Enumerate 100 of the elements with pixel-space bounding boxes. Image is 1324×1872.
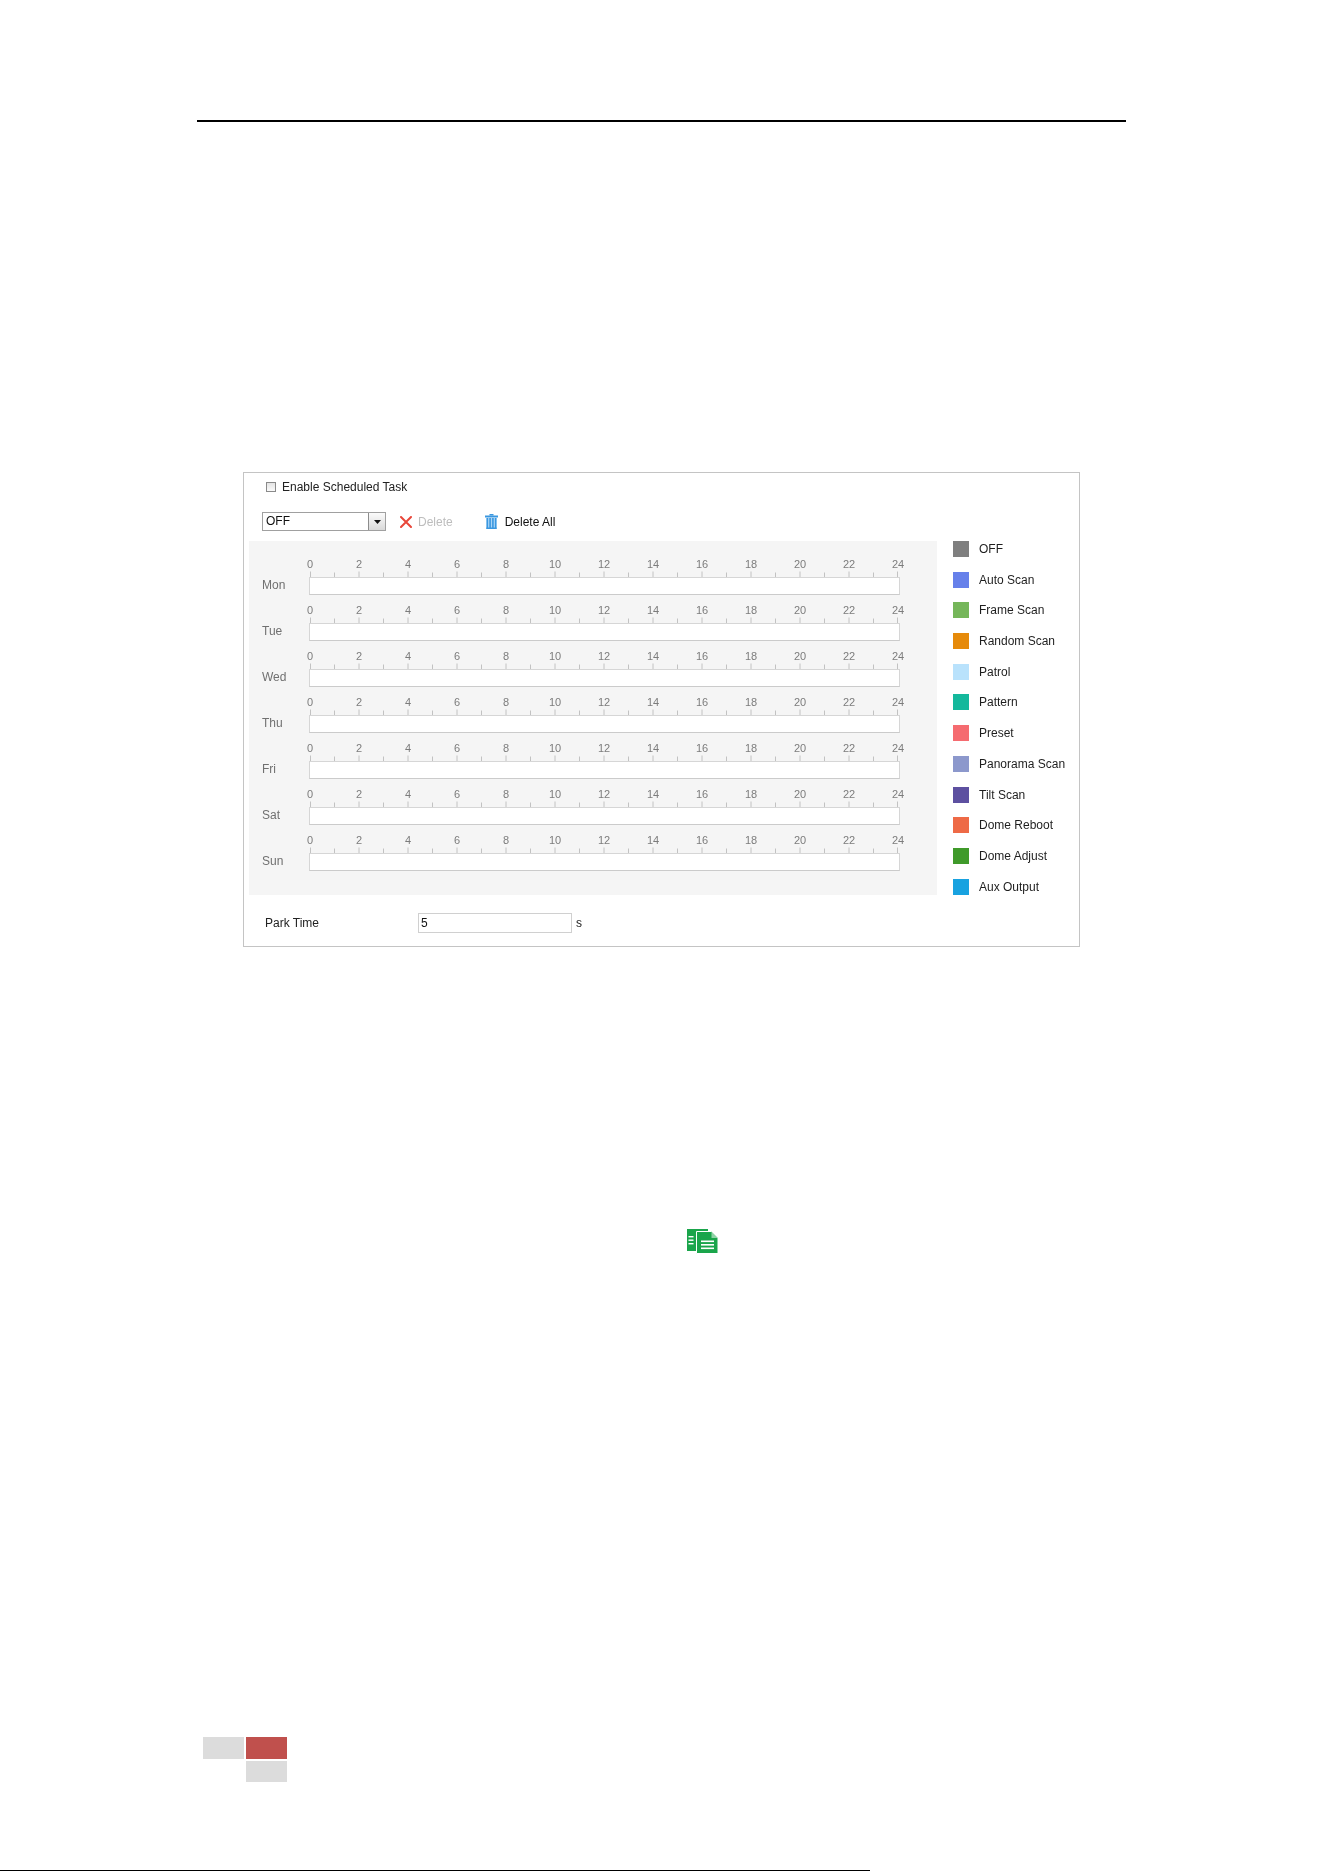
hour-label: 10 bbox=[548, 695, 562, 709]
day-label: Fri bbox=[262, 761, 277, 776]
hour-label: 22 bbox=[842, 649, 856, 663]
hour-label: 20 bbox=[793, 649, 807, 663]
day-label: Wed bbox=[262, 669, 288, 684]
hour-label: 0 bbox=[306, 649, 314, 663]
legend-label: Dome Adjust bbox=[979, 848, 1048, 863]
day-label: Mon bbox=[262, 577, 287, 592]
hour-label: 4 bbox=[404, 557, 412, 571]
hour-label: 12 bbox=[597, 787, 611, 801]
hour-label: 14 bbox=[646, 557, 660, 571]
day-timeline-bar[interactable] bbox=[309, 669, 900, 687]
legend-label: Aux Output bbox=[979, 879, 1040, 894]
hour-label: 14 bbox=[646, 649, 660, 663]
hour-label: 8 bbox=[502, 741, 510, 755]
legend-label: Frame Scan bbox=[979, 603, 1045, 618]
hour-label: 18 bbox=[744, 787, 758, 801]
hour-label: 16 bbox=[695, 833, 709, 847]
x-icon bbox=[400, 515, 412, 528]
hour-label: 8 bbox=[502, 787, 510, 801]
hour-label: 14 bbox=[646, 741, 660, 755]
legend-label: Preset bbox=[979, 726, 1014, 741]
legend-label: Auto Scan bbox=[979, 572, 1035, 587]
hour-label: 18 bbox=[744, 695, 758, 709]
hour-label: 22 bbox=[842, 695, 856, 709]
hour-label: 8 bbox=[502, 649, 510, 663]
hour-label: 0 bbox=[306, 695, 314, 709]
hour-label: 24 bbox=[891, 603, 905, 617]
legend-label: Dome Reboot bbox=[979, 818, 1054, 833]
documents-icon bbox=[687, 1228, 719, 1254]
hour-label: 6 bbox=[453, 557, 461, 571]
task-type-dropdown[interactable]: OFF bbox=[262, 512, 386, 531]
day-timeline-bar[interactable] bbox=[309, 577, 900, 595]
hour-label: 10 bbox=[548, 557, 562, 571]
caret-icon bbox=[368, 513, 385, 530]
hour-label: 4 bbox=[404, 787, 412, 801]
legend-label: Random Scan bbox=[979, 634, 1056, 649]
hour-label: 18 bbox=[744, 649, 758, 663]
hour-label: 12 bbox=[597, 741, 611, 755]
hour-label: 6 bbox=[453, 787, 461, 801]
hour-label: 12 bbox=[597, 649, 611, 663]
hour-label: 6 bbox=[453, 649, 461, 663]
hour-label: 14 bbox=[646, 833, 660, 847]
hour-label: 24 bbox=[891, 649, 905, 663]
hour-label: 24 bbox=[891, 787, 905, 801]
hour-label: 12 bbox=[597, 833, 611, 847]
hour-label: 10 bbox=[548, 649, 562, 663]
day-timeline-bar[interactable] bbox=[309, 623, 900, 641]
corner-tile bbox=[246, 1737, 287, 1759]
hour-label: 0 bbox=[306, 741, 314, 755]
hour-label: 2 bbox=[355, 741, 363, 755]
hour-label: 2 bbox=[355, 649, 363, 663]
day-timeline-bar[interactable] bbox=[309, 715, 900, 733]
hour-label: 24 bbox=[891, 695, 905, 709]
hour-label: 22 bbox=[842, 833, 856, 847]
day-label: Tue bbox=[262, 623, 284, 638]
hour-label: 22 bbox=[842, 557, 856, 571]
hour-label: 22 bbox=[842, 787, 856, 801]
hour-label: 12 bbox=[597, 603, 611, 617]
hour-label: 10 bbox=[548, 787, 562, 801]
hour-label: 16 bbox=[695, 557, 709, 571]
hour-label: 14 bbox=[646, 695, 660, 709]
hour-label: 2 bbox=[355, 695, 363, 709]
day-timeline-bar[interactable] bbox=[309, 807, 900, 825]
hour-label: 16 bbox=[695, 649, 709, 663]
hour-label: 10 bbox=[548, 741, 562, 755]
hour-label: 20 bbox=[793, 695, 807, 709]
hour-label: 20 bbox=[793, 741, 807, 755]
legend-label: Pattern bbox=[979, 695, 1018, 710]
hour-label: 16 bbox=[695, 787, 709, 801]
day-label: Sat bbox=[262, 807, 281, 822]
hour-label: 6 bbox=[453, 603, 461, 617]
hour-label: 16 bbox=[695, 695, 709, 709]
corner-tile bbox=[246, 1761, 287, 1782]
day-timeline-bar[interactable] bbox=[309, 853, 900, 871]
hour-label: 18 bbox=[744, 603, 758, 617]
hour-label: 10 bbox=[548, 603, 562, 617]
hour-label: 20 bbox=[793, 833, 807, 847]
hour-label: 24 bbox=[891, 557, 905, 571]
park-time-input[interactable]: 5 bbox=[418, 913, 572, 933]
hour-label: 12 bbox=[597, 557, 611, 571]
hour-label: 2 bbox=[355, 787, 363, 801]
corner-tile bbox=[203, 1737, 244, 1759]
hour-label: 24 bbox=[891, 741, 905, 755]
day-timeline-bar[interactable] bbox=[309, 761, 900, 779]
hour-label: 0 bbox=[306, 833, 314, 847]
legend-label: Tilt Scan bbox=[979, 787, 1026, 802]
hour-label: 20 bbox=[793, 603, 807, 617]
trash-icon bbox=[484, 514, 498, 529]
enable-task-checkbox[interactable] bbox=[266, 482, 276, 492]
hour-label: 18 bbox=[744, 833, 758, 847]
hour-label: 2 bbox=[355, 833, 363, 847]
delete-all-button[interactable]: Delete All bbox=[484, 514, 556, 529]
hour-label: 14 bbox=[646, 787, 660, 801]
enable-task-label[interactable]: Enable Scheduled Task bbox=[282, 480, 408, 494]
hour-label: 4 bbox=[404, 833, 412, 847]
hour-label: 22 bbox=[842, 603, 856, 617]
hour-label: 2 bbox=[355, 557, 363, 571]
hour-label: 4 bbox=[404, 741, 412, 755]
hour-label: 0 bbox=[306, 603, 314, 617]
